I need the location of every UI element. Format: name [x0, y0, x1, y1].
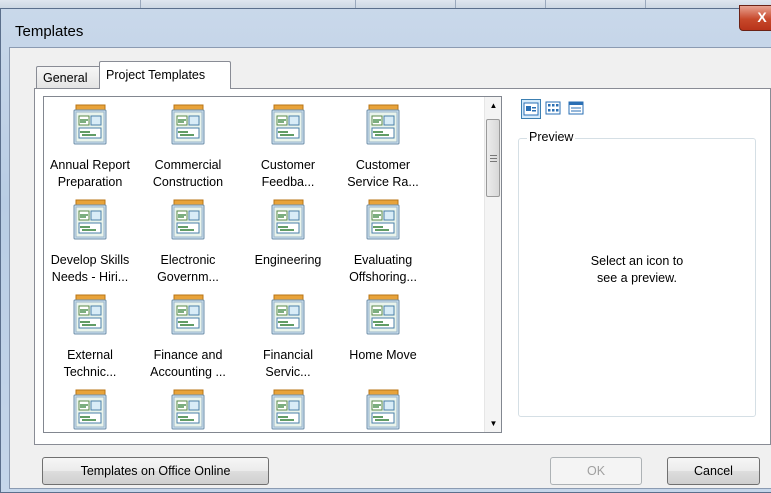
scroll-up-arrow-icon[interactable]: ▲: [485, 97, 501, 114]
template-item[interactable]: Home Move: [339, 293, 427, 364]
project-template-icon: [363, 388, 403, 432]
template-item[interactable]: Commercial Construction: [144, 103, 232, 191]
project-template-icon: [268, 198, 308, 242]
tab-general[interactable]: General: [36, 66, 101, 88]
project-template-icon: [363, 103, 403, 147]
list-view-icon: [545, 101, 561, 115]
dialog-body: General Project Templates Annual Report …: [9, 47, 771, 489]
close-button[interactable]: X: [739, 5, 771, 31]
title-bar: Templates X: [1, 5, 771, 47]
project-template-icon: [268, 103, 308, 147]
dialog-title: Templates: [15, 23, 84, 40]
template-label: Financial Servic...: [262, 348, 314, 379]
project-template-icon: [70, 388, 110, 432]
project-template-icon: [70, 293, 110, 337]
project-template-icon: [168, 388, 208, 432]
template-item[interactable]: Annual Report Preparation: [46, 103, 134, 191]
project-template-icon: [70, 103, 110, 147]
template-item[interactable]: Customer Service Ra...: [339, 103, 427, 191]
project-templates-panel: Annual Report Preparation Commercial Con…: [34, 88, 771, 445]
template-item[interactable]: Finance and Accounting ...: [144, 293, 232, 381]
cancel-button[interactable]: Cancel: [667, 457, 760, 485]
vertical-scrollbar[interactable]: ▲ ▼: [484, 97, 501, 432]
project-template-icon: [363, 293, 403, 337]
preview-legend: Preview: [527, 130, 576, 144]
project-template-icon: [268, 388, 308, 432]
project-template-icon: [268, 293, 308, 337]
ok-button[interactable]: OK: [550, 457, 642, 485]
list-view-button[interactable]: [544, 99, 564, 119]
template-item[interactable]: Electronic Governm...: [144, 198, 232, 286]
preview-message: Select an icon to see a preview.: [590, 254, 684, 285]
template-label: Develop Skills Needs - Hiri...: [50, 253, 130, 284]
project-template-icon: [70, 198, 110, 242]
details-view-button[interactable]: [567, 99, 587, 119]
template-item[interactable]: Develop Skills Needs - Hiri...: [46, 198, 134, 286]
template-label: Annual Report Preparation: [50, 158, 130, 189]
preview-group: Preview Select an icon to see a preview.: [518, 130, 756, 417]
template-label: Finance and Accounting ...: [150, 348, 226, 379]
template-label: Engineering: [254, 253, 322, 267]
template-item[interactable]: Customer Feedba...: [244, 103, 332, 191]
project-template-icon: [168, 198, 208, 242]
scroll-down-arrow-icon[interactable]: ▼: [485, 415, 501, 432]
template-item[interactable]: External Technic...: [46, 293, 134, 381]
template-item[interactable]: [144, 388, 232, 432]
templates-dialog: Templates X General Project Templates An…: [0, 5, 771, 493]
project-template-icon: [168, 103, 208, 147]
template-label: Customer Service Ra...: [347, 158, 419, 189]
details-view-icon: [568, 101, 584, 115]
scroll-thumb[interactable]: [486, 119, 500, 197]
template-label: Customer Feedba...: [260, 158, 316, 189]
template-label: Evaluating Offshoring...: [349, 253, 417, 284]
template-list[interactable]: Annual Report Preparation Commercial Con…: [43, 96, 502, 433]
template-item[interactable]: Evaluating Offshoring...: [339, 198, 427, 286]
large-icons-view-icon: [523, 102, 539, 116]
template-item[interactable]: [244, 388, 332, 432]
project-template-icon: [168, 293, 208, 337]
close-icon: X: [757, 9, 767, 25]
template-label: Home Move: [349, 348, 417, 362]
template-item[interactable]: Engineering: [244, 198, 332, 269]
large-icons-view-button[interactable]: [521, 99, 541, 119]
template-item[interactable]: [46, 388, 134, 432]
template-label: Electronic Governm...: [157, 253, 219, 284]
project-template-icon: [363, 198, 403, 242]
template-item[interactable]: [339, 388, 427, 432]
template-label: Commercial Construction: [152, 158, 224, 189]
template-label: External Technic...: [63, 348, 117, 379]
templates-on-office-online-button[interactable]: Templates on Office Online: [42, 457, 269, 485]
tab-project-templates[interactable]: Project Templates: [99, 61, 231, 89]
template-item[interactable]: Financial Servic...: [244, 293, 332, 381]
